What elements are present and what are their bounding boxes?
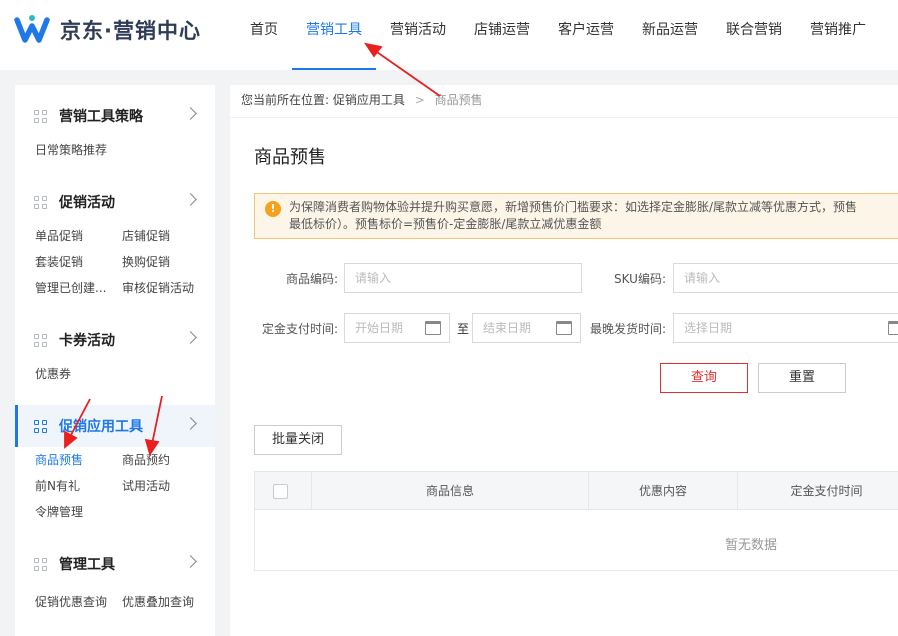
warning-icon: ! xyxy=(265,201,281,217)
ship-date-input[interactable]: 选择日期 xyxy=(673,313,898,343)
product-code-input[interactable]: 请输入 xyxy=(344,263,582,293)
sidebar-group-title: 营销工具策略 xyxy=(59,109,143,125)
sidebar-item[interactable]: 优惠券 xyxy=(35,361,122,387)
start-date-input[interactable]: 开始日期 xyxy=(344,313,450,343)
sidebar-group-header[interactable]: 营销工具策略 xyxy=(15,95,215,137)
select-all-cell xyxy=(255,472,312,510)
sidebar-item[interactable]: 店铺促销 xyxy=(122,223,209,249)
grid-icon xyxy=(34,109,47,123)
sidebar-item[interactable]: 单品促销 xyxy=(35,223,122,249)
sidebar-group-title: 管理工具 xyxy=(59,557,115,573)
chevron-right-icon xyxy=(184,555,197,568)
sidebar-group-promo-tools: 促销应用工具 商品预售 商品预约 前N有礼 试用活动 令牌管理 xyxy=(15,405,215,525)
sidebar-item-reservation[interactable]: 商品预约 xyxy=(122,447,209,473)
logo[interactable]: 京东·营销中心 xyxy=(14,12,201,48)
sidebar-item[interactable]: 试用活动 xyxy=(122,473,209,499)
grid-icon xyxy=(34,333,47,347)
date-range-separator: 至 xyxy=(457,322,470,336)
sidebar-item[interactable]: 换购促销 xyxy=(122,249,209,275)
grid-icon xyxy=(34,557,47,571)
grid-icon xyxy=(34,195,47,209)
sidebar-group-title: 促销活动 xyxy=(59,195,115,211)
chevron-right-icon xyxy=(184,193,197,206)
nav-item-home[interactable]: 首页 xyxy=(236,0,292,70)
table-header: 商品信息 优惠内容 定金支付时间 xyxy=(255,472,898,510)
reset-button[interactable]: 重置 xyxy=(758,363,846,393)
sidebar-group-promotion: 促销活动 单品促销 店铺促销 套装促销 换购促销 管理已创建... 审核促销活动 xyxy=(15,181,215,301)
calendar-icon xyxy=(425,321,441,335)
sidebar-item[interactable]: 优惠叠加查询 xyxy=(122,589,209,615)
nav-item-joint-marketing[interactable]: 联合营销 xyxy=(712,0,796,70)
page-title: 商品预售 xyxy=(254,147,326,168)
product-code-label: 商品编码: xyxy=(285,272,338,286)
sidebar-item[interactable]: 日常策略推荐 xyxy=(35,137,122,163)
sidebar-group-header[interactable]: 管理工具 xyxy=(15,543,215,585)
nav-item-marketing-tools[interactable]: 营销工具 xyxy=(292,0,376,70)
sidebar-group-header[interactable]: 卡券活动 xyxy=(15,319,215,361)
notice-line-1: 为保障消费者购物体验并提升购买意愿，新增预售价门槛要求：如选择定金膨胀/尾款立减… xyxy=(289,200,858,214)
sidebar-group-header[interactable]: 促销应用工具 xyxy=(15,405,215,447)
notice-banner: ! 为保障消费者购物体验并提升购买意愿，新增预售价门槛要求：如选择定金膨胀/尾款… xyxy=(254,193,898,239)
select-all-checkbox[interactable] xyxy=(273,484,288,499)
deposit-time-label: 定金支付时间: xyxy=(261,322,338,336)
sidebar-item[interactable]: 促销优惠查询 xyxy=(35,589,122,615)
sku-label: SKU编码: xyxy=(614,272,666,286)
batch-close-button[interactable]: 批量关闭 xyxy=(254,425,342,455)
column-header: 优惠内容 xyxy=(589,472,738,510)
chevron-right-icon xyxy=(184,331,197,344)
notice-line-2: 最低标价）。预售标价=预售价-定金膨胀/尾款立减优惠金额 xyxy=(289,217,602,231)
column-header: 定金支付时间 xyxy=(790,484,863,498)
nav-item-new-product-operation[interactable]: 新品运营 xyxy=(628,0,712,70)
grid-icon xyxy=(34,419,47,433)
breadcrumb-current: 商品预售 xyxy=(434,93,483,107)
sidebar-group-management: 管理工具 促销优惠查询 优惠叠加查询 xyxy=(15,543,215,615)
sidebar-item[interactable]: 管理已创建... xyxy=(35,275,122,301)
chevron-right-icon xyxy=(184,417,197,430)
breadcrumb-prefix: 您当前所在位置: xyxy=(241,93,330,107)
nav-item-marketing-activities[interactable]: 营销活动 xyxy=(376,0,460,70)
nav-item-customer-operation[interactable]: 客户运营 xyxy=(544,0,628,70)
main-nav: 首页 营销工具 营销活动 店铺运营 客户运营 新品运营 联合营销 营销推广 xyxy=(236,0,880,70)
sidebar-item[interactable]: 令牌管理 xyxy=(35,499,122,525)
sidebar-group-title: 卡券活动 xyxy=(59,333,115,349)
sidebar-item[interactable]: 前N有礼 xyxy=(35,473,122,499)
breadcrumb-separator-icon: > xyxy=(414,93,425,107)
empty-state-text: 暂无数据 xyxy=(725,538,778,553)
jd-logo-icon xyxy=(14,15,50,43)
end-date-placeholder: 结束日期 xyxy=(483,321,532,335)
sidebar-group-title: 促销应用工具 xyxy=(59,419,143,435)
sidebar-item-presale[interactable]: 商品预售 xyxy=(35,447,122,473)
sidebar-group-strategy: 营销工具策略 日常策略推荐 xyxy=(15,95,215,163)
nav-item-marketing-promotion[interactable]: 营销推广 xyxy=(796,0,880,70)
calendar-icon xyxy=(888,321,898,335)
end-date-input[interactable]: 结束日期 xyxy=(472,313,581,343)
calendar-icon xyxy=(556,321,572,335)
sidebar-item[interactable]: 审核促销活动 xyxy=(122,275,209,301)
ship-date-placeholder: 选择日期 xyxy=(684,321,733,335)
sidebar-group-coupons: 卡券活动 优惠券 xyxy=(15,319,215,387)
presale-table: 商品信息 优惠内容 定金支付时间 暂无数据 xyxy=(254,471,898,571)
sidebar: 营销工具策略 日常策略推荐 促销活动 单品促销 店铺促销 套装促销 换购促销 管… xyxy=(15,85,215,636)
nav-item-store-operation[interactable]: 店铺运营 xyxy=(460,0,544,70)
breadcrumb: 您当前所在位置: 促销应用工具 > 商品预售 xyxy=(230,85,898,118)
query-button[interactable]: 查询 xyxy=(660,363,748,393)
sidebar-item[interactable]: 套装促销 xyxy=(35,249,122,275)
column-header: 商品信息 xyxy=(312,472,589,510)
chevron-right-icon xyxy=(184,107,197,120)
start-date-placeholder: 开始日期 xyxy=(355,321,404,335)
latest-ship-label: 最晚发货时间: xyxy=(589,322,666,336)
sidebar-group-header[interactable]: 促销活动 xyxy=(15,181,215,223)
brand-name: 京东·营销中心 xyxy=(60,19,201,43)
breadcrumb-parent[interactable]: 促销应用工具 xyxy=(333,93,405,107)
top-bar: 京东·营销中心 首页 营销工具 营销活动 店铺运营 客户运营 新品运营 联合营销… xyxy=(0,0,898,70)
sku-input[interactable]: 请输入 xyxy=(673,263,898,293)
